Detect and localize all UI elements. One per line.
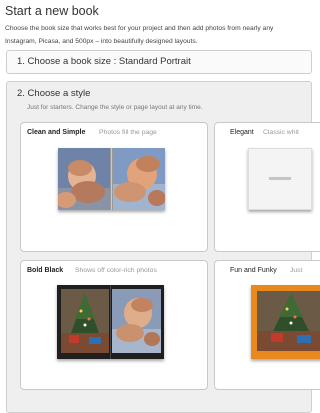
- book-spine: [109, 285, 112, 359]
- step-choose-style: 2. Choose a style Just for starters. Cha…: [6, 81, 320, 413]
- book-page-right: [112, 289, 161, 353]
- intro-line-1: Choose the book size that works best for…: [5, 25, 274, 32]
- step-book-size[interactable]: 1. Choose a book size : Standard Portrai…: [6, 50, 312, 74]
- style-name: Elegant: [230, 129, 254, 136]
- style-description: Just: [290, 267, 303, 274]
- style-description: Classic whit: [263, 129, 299, 136]
- book-preview-image: [57, 285, 164, 359]
- style-card-fun-and-funky[interactable]: Fun and Funky Just: [214, 260, 320, 390]
- book-page-right: [112, 148, 165, 210]
- book-preview-image: [58, 148, 165, 210]
- step-choose-style-subtitle: Just for starters. Change the style or p…: [27, 104, 203, 111]
- intro-text: Choose the book size that works best for…: [5, 22, 315, 48]
- style-name: Bold Black: [27, 267, 64, 274]
- step-choose-style-label: 2. Choose a style: [17, 88, 91, 99]
- style-card-clean-and-simple[interactable]: Clean and Simple Photos fill the page: [20, 122, 208, 252]
- intro-line-2: Instagram, Picasa, and 500px – into beau…: [5, 38, 198, 45]
- book-page-left: [58, 148, 111, 210]
- style-description: Photos fill the page: [99, 129, 157, 136]
- book-page: [257, 291, 320, 351]
- step-book-size-label[interactable]: 1. Choose a book size : Standard Portrai…: [17, 56, 191, 67]
- book-preview-image: [251, 285, 320, 359]
- book-placeholder: [269, 177, 291, 180]
- style-card-bold-black[interactable]: Bold Black Shows off color-rich photos: [20, 260, 208, 390]
- book-preview-image: [248, 148, 312, 210]
- style-card-elegant[interactable]: Elegant Classic whit: [214, 122, 320, 252]
- book-spine: [110, 148, 113, 210]
- style-description: Shows off color-rich photos: [75, 267, 157, 274]
- book-page-left: [61, 289, 110, 353]
- page-title: Start a new book: [5, 4, 99, 18]
- style-name: Fun and Funky: [230, 267, 277, 274]
- style-name: Clean and Simple: [27, 129, 86, 136]
